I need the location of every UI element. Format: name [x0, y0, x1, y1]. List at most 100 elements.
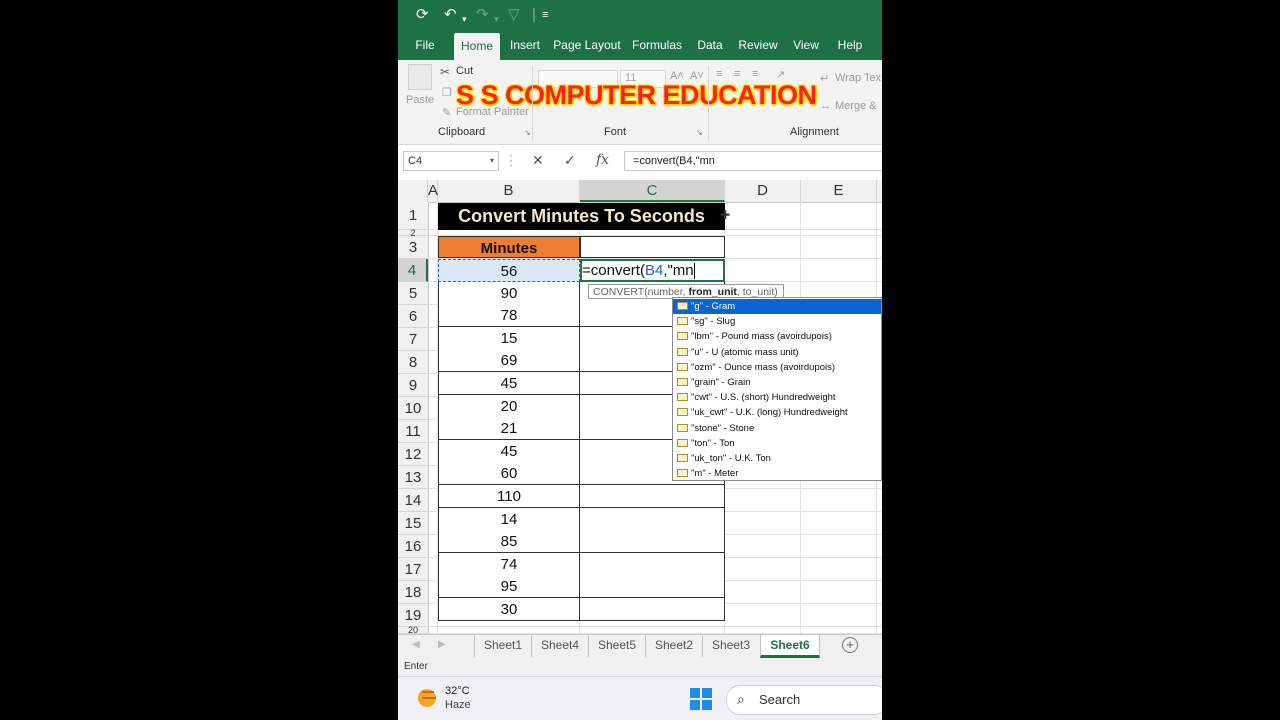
tab-insert[interactable]: Insert — [506, 30, 544, 60]
row-header-12[interactable]: 12 — [398, 443, 428, 466]
row-header-14[interactable]: 14 — [398, 489, 428, 512]
row-header-19[interactable]: 19 — [398, 604, 428, 627]
scissors-icon[interactable]: ✂ — [440, 65, 450, 79]
autocomplete-item[interactable]: "lbm" - Pound mass (avoirdupois) — [673, 329, 881, 344]
row-header-7[interactable]: 7 — [398, 328, 428, 351]
seconds-cell[interactable] — [580, 530, 725, 553]
cancel-icon[interactable]: ✕ — [532, 152, 544, 169]
sheet-tab-sheet4[interactable]: Sheet4 — [531, 635, 588, 657]
autocomplete-item[interactable]: "ton" - Ton — [673, 436, 881, 451]
enter-icon[interactable]: ✓ — [564, 152, 576, 169]
active-cell-editor[interactable]: =convert(B4,"mn — [580, 259, 725, 282]
sheet-tab-sheet3[interactable]: Sheet3 — [702, 635, 759, 657]
undo-icon[interactable]: ↶ — [444, 6, 457, 24]
column-header-e[interactable]: E — [801, 180, 877, 202]
row-header-6[interactable]: 6 — [398, 305, 428, 328]
align-middle-icon[interactable]: ≡ — [734, 68, 740, 80]
seconds-cell[interactable] — [580, 485, 725, 508]
minutes-cell[interactable]: 74 — [438, 553, 580, 576]
merge-center-button[interactable]: Merge & — [835, 100, 877, 112]
row-header-11[interactable]: 11 — [398, 420, 428, 443]
minutes-cell[interactable]: 20 — [438, 395, 580, 418]
wrap-text-button[interactable]: Wrap Tex — [835, 72, 881, 84]
seconds-cell[interactable] — [580, 575, 725, 598]
minutes-cell[interactable]: 45 — [438, 440, 580, 463]
minutes-cell[interactable]: 21 — [438, 417, 580, 440]
autocomplete-item[interactable]: "u" - U (atomic mass unit) — [673, 345, 881, 360]
minutes-header-cell[interactable]: Minutes — [438, 236, 580, 258]
tab-home[interactable]: Home — [454, 33, 500, 60]
add-sheet-icon[interactable]: + — [842, 637, 858, 653]
paste-button[interactable]: Paste — [406, 94, 434, 106]
sheet-tab-sheet6[interactable]: Sheet6 — [760, 635, 820, 658]
align-bottom-icon[interactable]: ≡ — [752, 68, 758, 80]
seconds-header-cell[interactable] — [580, 236, 725, 258]
row-header-3[interactable]: 3 — [398, 236, 428, 259]
minutes-cell[interactable]: 110 — [438, 485, 580, 508]
tab-formulas[interactable]: Formulas — [632, 30, 682, 60]
autocomplete-item[interactable]: "grain" - Grain — [673, 375, 881, 390]
row-header-8[interactable]: 8 — [398, 351, 428, 374]
tab-view[interactable]: View — [790, 30, 822, 60]
row-header-5[interactable]: 5 — [398, 282, 428, 305]
autocomplete-item[interactable]: "g" - Gram — [673, 299, 881, 314]
column-header-c[interactable]: C — [580, 180, 725, 202]
minutes-cell[interactable]: 78 — [438, 304, 580, 327]
sheet-tab-sheet1[interactable]: Sheet1 — [474, 635, 531, 657]
scroll-left-icon[interactable]: ◀ — [412, 639, 420, 650]
customize-toolbar-icon[interactable]: ≡ — [542, 6, 548, 24]
tab-page-layout[interactable]: Page Layout — [552, 30, 622, 60]
wrap-text-icon[interactable]: ↵ — [820, 72, 829, 85]
column-header-a[interactable]: A — [428, 180, 438, 202]
taskbar-search-box[interactable]: ⌕ Search — [726, 685, 882, 715]
redo-icon[interactable]: ↷ — [476, 6, 489, 24]
minutes-cell[interactable]: 30 — [438, 598, 580, 621]
autocomplete-item[interactable]: "uk_ton" - U.K. Ton — [673, 451, 881, 466]
font-launcher-icon[interactable]: ↘ — [696, 128, 703, 137]
seconds-cell[interactable] — [580, 598, 725, 621]
row-header-9[interactable]: 9 — [398, 374, 428, 397]
redo-dropdown-icon[interactable]: ▾ — [494, 10, 499, 28]
select-all-corner[interactable] — [398, 180, 428, 202]
align-top-icon[interactable]: ≡ — [716, 68, 722, 80]
row-header-16[interactable]: 16 — [398, 535, 428, 558]
paste-icon[interactable] — [408, 64, 432, 90]
autocomplete-item[interactable]: "cwt" - U.S. (short) Hundredweight — [673, 390, 881, 405]
insert-function-icon[interactable]: fx — [596, 152, 609, 168]
minutes-cell[interactable]: 15 — [438, 327, 580, 350]
autosave-icon[interactable]: ⟳ — [416, 6, 429, 24]
copy-icon[interactable]: ❐ — [442, 86, 452, 99]
minutes-cell[interactable]: 14 — [438, 508, 580, 531]
seconds-cell[interactable] — [580, 508, 725, 531]
column-header-d[interactable]: D — [725, 180, 801, 202]
autocomplete-item[interactable]: "m" - Meter — [673, 466, 881, 481]
minutes-cell[interactable]: 45 — [438, 372, 580, 395]
seconds-cell[interactable] — [580, 553, 725, 576]
minutes-cell[interactable]: 85 — [438, 530, 580, 553]
sheet-tab-sheet5[interactable]: Sheet5 — [588, 635, 645, 657]
row-header-17[interactable]: 17 — [398, 558, 428, 581]
autocomplete-item[interactable]: "sg" - Slug — [673, 314, 881, 329]
merge-icon[interactable]: ↔ — [820, 100, 831, 112]
minutes-cell[interactable]: 56 — [438, 259, 580, 282]
row-header-13[interactable]: 13 — [398, 466, 428, 489]
tab-file[interactable]: File — [408, 30, 442, 60]
autocomplete-item[interactable]: "ozm" - Ounce mass (avoirdupois) — [673, 360, 881, 375]
row-header-10[interactable]: 10 — [398, 397, 428, 420]
windows-start-icon[interactable] — [690, 688, 712, 710]
sheet-title-cell[interactable]: Convert Minutes To Seconds — [438, 203, 725, 230]
formula-input[interactable]: =convert(B4,"mn — [624, 151, 882, 171]
autocomplete-item[interactable]: "uk_cwt" - U.K. (long) Hundredweight — [673, 405, 881, 420]
undo-dropdown-icon[interactable]: ▾ — [462, 10, 467, 28]
cut-button[interactable]: Cut — [456, 65, 473, 77]
row-header-18[interactable]: 18 — [398, 581, 428, 604]
autocomplete-item[interactable]: "stone" - Stone — [673, 421, 881, 436]
row-header-1[interactable]: 1 — [398, 202, 428, 230]
column-header-b[interactable]: B — [438, 180, 580, 202]
minutes-cell[interactable]: 95 — [438, 575, 580, 598]
scroll-right-icon[interactable]: ▶ — [438, 639, 446, 650]
tab-help[interactable]: Help — [834, 30, 866, 60]
clipboard-launcher-icon[interactable]: ↘ — [524, 128, 531, 137]
minutes-cell[interactable]: 60 — [438, 462, 580, 485]
filter-icon[interactable]: ▽ — [508, 6, 520, 24]
